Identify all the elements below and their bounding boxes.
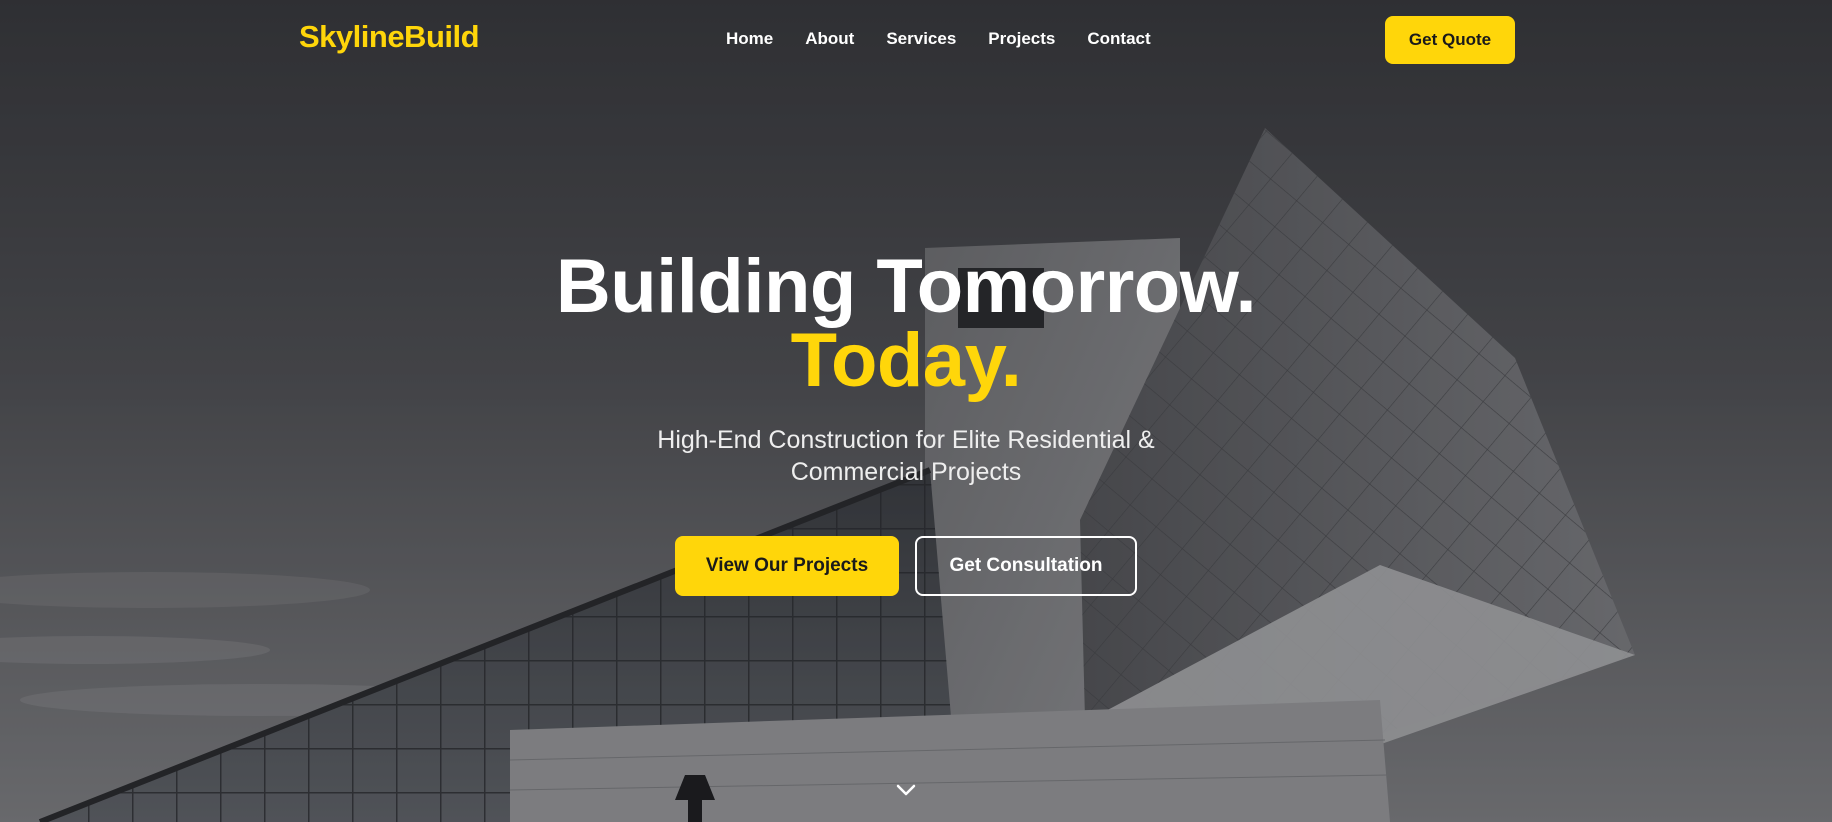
nav-link-services[interactable]: Services	[886, 28, 956, 50]
nav-link-about[interactable]: About	[805, 28, 854, 50]
hero-section: SkylineBuild Home About Services Project…	[0, 0, 1832, 822]
hero-content: Building Tomorrow. Today. High-End Const…	[0, 249, 1812, 596]
nav-links: Home About Services Projects Contact	[726, 28, 1151, 50]
hero-headline: Building Tomorrow. Today.	[0, 249, 1812, 403]
get-quote-button[interactable]: Get Quote	[1385, 16, 1515, 64]
nav-link-projects[interactable]: Projects	[988, 28, 1055, 50]
brand-logo[interactable]: SkylineBuild	[299, 19, 480, 55]
hero-headline-line1: Building Tomorrow.	[555, 244, 1257, 329]
top-navigation: SkylineBuild Home About Services Project…	[0, 0, 1832, 80]
get-consultation-button[interactable]: Get Consultation	[915, 536, 1137, 596]
chevron-down-icon[interactable]	[894, 780, 918, 800]
view-projects-button[interactable]: View Our Projects	[675, 536, 899, 596]
hero-subheadline: High-End Construction for Elite Resident…	[657, 426, 1155, 486]
hero-headline-line2: Today.	[790, 318, 1022, 403]
nav-link-home[interactable]: Home	[726, 28, 773, 50]
hero-cta-group: View Our Projects Get Consultation	[0, 536, 1812, 596]
nav-link-contact[interactable]: Contact	[1087, 28, 1150, 50]
